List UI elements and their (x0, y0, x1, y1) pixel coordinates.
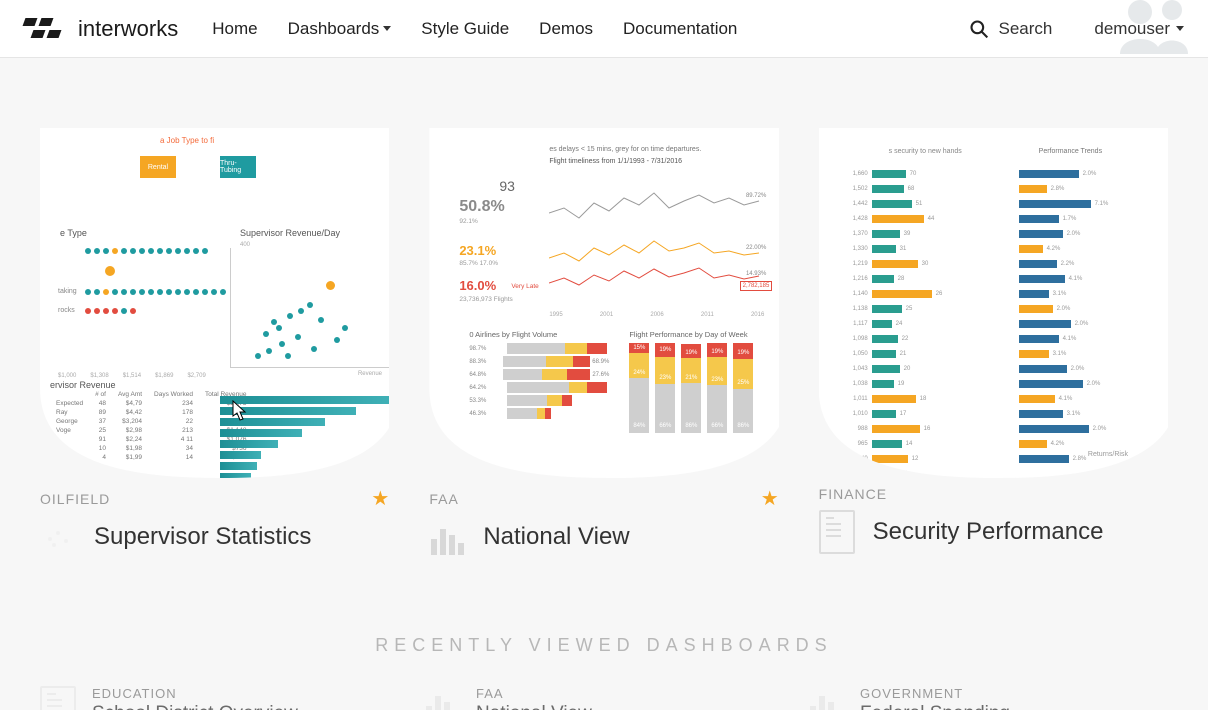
featured-card-faa[interactable]: es delays < 15 mins, grey for on time de… (429, 128, 778, 555)
logo-mark-icon (24, 18, 68, 40)
thumb-right-bars: 2.0%2.8%7.1%1.7%2.0%4.2%2.2%4.1%3.1%2.0%… (1019, 168, 1109, 468)
user-menu[interactable]: demouser (1094, 19, 1184, 39)
card-category: FAA (429, 491, 458, 507)
featured-row: a Job Type to fi Rental Thru-Tubing e Ty… (0, 58, 1208, 595)
recent-title: National View (476, 703, 592, 710)
thumb-linechart: 89.72% 22.00% 14.93% 2,782,185 199520012… (549, 183, 764, 308)
recent-item[interactable]: EDUCATION School District Overview (40, 686, 400, 710)
thumb-section: Flight Performance by Day of Week (629, 330, 747, 339)
nav-links: Home Dashboards Style Guide Demos Docume… (212, 19, 737, 39)
thumb-axis: Revenue (358, 371, 382, 377)
thumb-dotplot: taking rocks (58, 248, 238, 326)
card-category: OILFIELD (40, 491, 110, 507)
nav-dashboards[interactable]: Dashboards (288, 19, 392, 39)
recent-item[interactable]: GOVERNMENT Federal Spending (808, 686, 1168, 710)
thumb-title: Performance Trends (1039, 148, 1102, 155)
search-label: Search (999, 19, 1053, 39)
nav-demos[interactable]: Demos (539, 19, 593, 39)
caret-down-icon (383, 26, 391, 31)
brand-logo[interactable]: interworks (24, 16, 178, 42)
thumb-yr: 93 (499, 178, 515, 194)
recent-category: EDUCATION (92, 686, 298, 701)
thumb-title: s security to new hands (889, 148, 962, 155)
bar-chart-icon (424, 686, 460, 710)
thumb-stat-sub: 85.7% 17.0% (459, 260, 498, 267)
recent-row: EDUCATION School District Overview FAA N… (0, 656, 1208, 710)
thumb-footer: Returns/Risk (1088, 451, 1128, 458)
recent-title: School District Overview (92, 703, 298, 710)
recent-heading: RECENTLY VIEWED DASHBOARDS (0, 635, 1208, 656)
card-category: FINANCE (819, 486, 887, 502)
thumb-section: 0 Airlines by Flight Volume (469, 330, 557, 339)
thumbnail-finance: s security to new hands Performance Tren… (819, 128, 1168, 478)
nav-documentation[interactable]: Documentation (623, 19, 737, 39)
recent-title: Federal Spending (860, 703, 1010, 710)
thumb-left-bars: 1,660701,502681,442511,428441,370391,330… (844, 168, 943, 478)
bar-chart-icon (808, 686, 844, 710)
featured-card-oilfield[interactable]: a Job Type to fi Rental Thru-Tubing e Ty… (40, 128, 389, 555)
search-button[interactable]: Search (969, 19, 1053, 39)
thumb-stat: 23.1% (459, 243, 496, 258)
thumb-stat: 16.0% (459, 278, 496, 293)
recent-item[interactable]: FAA National View (424, 686, 784, 710)
thumb-hbars (220, 396, 389, 478)
thumbnail-oilfield: a Job Type to fi Rental Thru-Tubing e Ty… (40, 128, 389, 478)
card-title: National View (483, 523, 629, 551)
thumb-section: Supervisor Revenue/Day (240, 228, 340, 238)
star-icon[interactable]: ★ (371, 486, 389, 511)
star-icon[interactable]: ★ (761, 486, 779, 511)
document-icon (819, 510, 855, 554)
brand-name: interworks (78, 16, 178, 42)
featured-card-finance[interactable]: s security to new hands Performance Tren… (819, 128, 1168, 555)
thumb-stat-lbl: Very Late (511, 283, 538, 290)
thumb-subtitle: Flight timeliness from 1/1/1993 - 7/31/2… (549, 158, 682, 165)
thumb-stacked-bars: 98.7%88.3%68.9%64.8%27.6%64.2%53.3%46.3% (469, 343, 609, 421)
search-icon (969, 19, 989, 39)
thumb-tag: Rental (140, 156, 176, 178)
card-title: Security Performance (873, 518, 1104, 546)
recent-category: FAA (476, 686, 592, 701)
thumbnail-faa: es delays < 15 mins, grey for on time de… (429, 128, 778, 478)
thumb-section: ervisor Revenue (50, 380, 116, 390)
thumb-day-columns: 15%24%84%19%23%66%19%21%86%19%23%66%19%2… (629, 343, 753, 433)
thumb-axis-labels: $1,000$1,308$1,514$1,869$2,709 (58, 373, 206, 379)
caret-down-icon (1176, 26, 1184, 31)
thumb-subtitle: es delays < 15 mins, grey for on time de… (549, 146, 701, 153)
nav-right: Search demouser (969, 19, 1184, 39)
thumb-section: e Type (60, 228, 87, 238)
user-name: demouser (1094, 19, 1170, 39)
nav-styleguide[interactable]: Style Guide (421, 19, 509, 39)
dashboard-type-icon (40, 519, 76, 555)
thumb-scatter: Revenue (230, 248, 389, 368)
nav-dashboards-label: Dashboards (288, 19, 380, 39)
thumb-tag: Thru-Tubing (220, 156, 256, 178)
top-nav: interworks Home Dashboards Style Guide D… (0, 0, 1208, 58)
card-title: Supervisor Statistics (94, 523, 311, 551)
bar-chart-icon (429, 519, 465, 555)
thumb-stat: 50.8% (459, 198, 504, 216)
thumb-banner: a Job Type to fi (160, 136, 214, 145)
nav-home[interactable]: Home (212, 19, 257, 39)
document-icon (40, 686, 76, 710)
thumb-stat-sub: 92.1% (459, 218, 477, 225)
thumb-stat-sub: 23,736,973 Flights (459, 296, 512, 303)
recent-category: GOVERNMENT (860, 686, 1010, 701)
